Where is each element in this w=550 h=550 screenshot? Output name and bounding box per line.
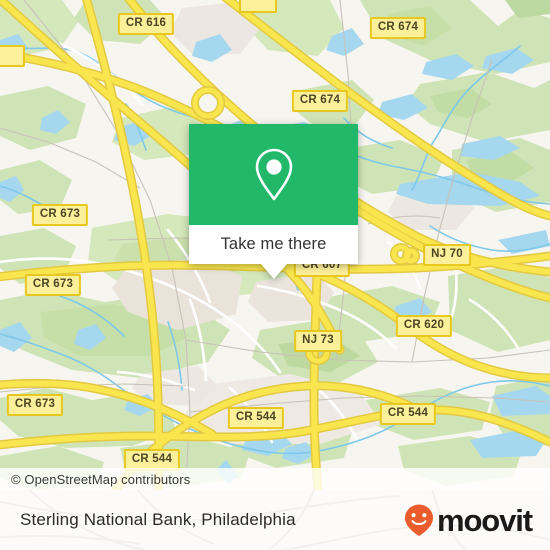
map-canvas[interactable]: CR 616 CR 674 CR 674 CR 673 CR 673 NJ 70 CR 60… (0, 0, 550, 490)
road-shield: NJ 70 (423, 244, 471, 266)
road-shield: CR 616 (117, 13, 175, 35)
take-me-there-popup[interactable]: Take me there (189, 124, 358, 279)
take-me-there-label: Take me there (220, 235, 327, 253)
popup-action-bar[interactable]: Take me there (189, 225, 358, 264)
road-shield (0, 45, 25, 67)
road-shield: CR 674 (291, 90, 349, 112)
popup-marker-area (189, 124, 358, 225)
road-shield: NJ 73 (294, 330, 342, 352)
footer-content: Sterling National Bank, Philadelphia moo… (0, 490, 550, 550)
road-shield: CR 620 (395, 315, 453, 337)
road-shield: CR 673 (6, 394, 64, 416)
road-shield: CR 674 (369, 17, 427, 39)
road-shield: CR 673 (31, 204, 89, 226)
moovit-wordmark: moovit (436, 502, 533, 538)
footer-bar: Sterling National Bank, Philadelphia moo… (0, 490, 550, 550)
moovit-pin-smile-icon (404, 504, 433, 536)
map-attribution-bar: © OpenStreetMap contributors (0, 468, 550, 490)
moovit-map-screenshot: CR 616 CR 674 CR 674 CR 673 CR 673 NJ 70 CR 60… (0, 0, 550, 550)
place-title: Sterling National Bank, Philadelphia (20, 510, 296, 529)
osm-attribution-text: © OpenStreetMap contributors (11, 471, 191, 487)
moovit-logo[interactable]: moovit (403, 502, 533, 538)
popup-pointer-tail (260, 264, 287, 279)
road-shield: CR 544 (379, 403, 437, 425)
map-pin-icon (255, 148, 292, 200)
road-shield (239, 0, 277, 13)
road-shield: CR 673 (24, 274, 82, 296)
road-shield: CR 544 (227, 407, 285, 429)
